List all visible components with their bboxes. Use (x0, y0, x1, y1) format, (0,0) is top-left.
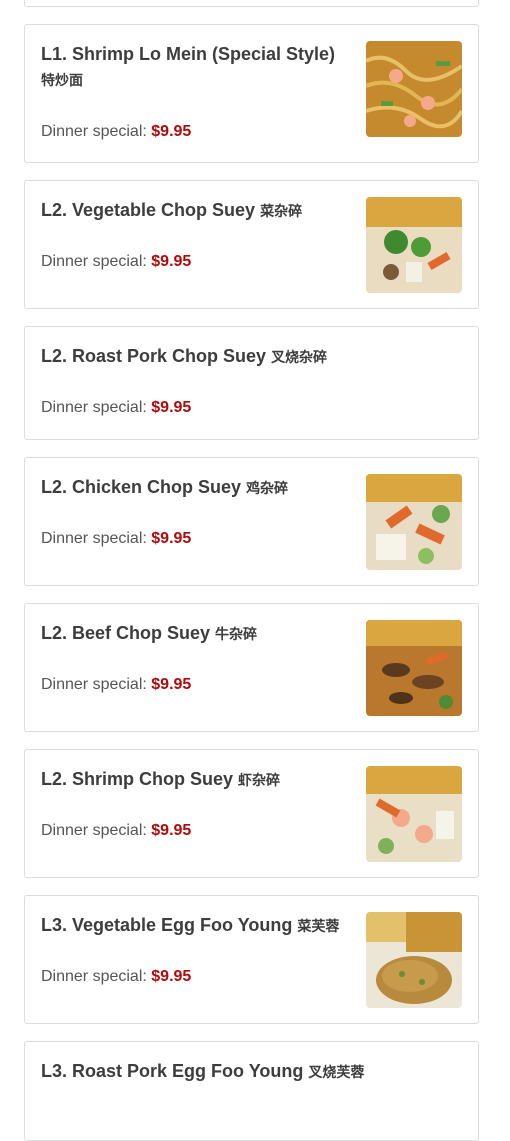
menu-item-chinese-name: 叉烧芙蓉 (308, 1064, 365, 1080)
menu-item-chinese-name: 菜杂碎 (260, 203, 303, 219)
price-value: $9.95 (151, 399, 192, 416)
menu-item-price-line: Dinner special: $9.95 (41, 251, 191, 273)
menu-item-name: L3. Vegetable Egg Foo Young (41, 915, 293, 935)
menu-item-price-line: Dinner special: $9.95 (41, 121, 191, 143)
price-value: $9.95 (151, 822, 192, 839)
menu-item-name: L2. Vegetable Chop Suey (41, 200, 256, 220)
menu-item-name: L1. Shrimp Lo Mein (Special Style) (41, 44, 336, 64)
menu-item-price-line: Dinner special: $9.95 (41, 674, 191, 696)
menu-item-title: L3. Roast Pork Egg Foo Young 叉烧芙蓉 (41, 1059, 461, 1085)
menu-item-chinese-name: 牛杂碎 (215, 626, 258, 642)
menu-item-card[interactable]: L2. Beef Chop Suey 牛杂碎 Dinner special: $… (24, 603, 479, 732)
menu-item-card[interactable]: L2. Vegetable Chop Suey 菜杂碎 Dinner speci… (24, 180, 479, 309)
menu-item-name: L2. Shrimp Chop Suey (41, 769, 234, 789)
menu-item-chinese-name: 叉烧杂碎 (271, 349, 328, 365)
food-image-beef-chop-suey (366, 620, 462, 716)
menu-item-card[interactable]: L2. Shrimp Chop Suey 虾杂碎 Dinner special:… (24, 749, 479, 878)
menu-item-card[interactable]: L3. Roast Pork Egg Foo Young 叉烧芙蓉 (24, 1041, 479, 1141)
menu-item-name: L3. Roast Pork Egg Foo Young (41, 1061, 304, 1081)
menu-item-title: L2. Shrimp Chop Suey 虾杂碎 (41, 767, 351, 793)
price-label: Dinner special: (41, 123, 147, 140)
menu-item-chinese-name: 鸡杂碎 (246, 480, 289, 496)
price-value: $9.95 (151, 123, 192, 140)
menu-item-name: L2. Roast Pork Chop Suey (41, 346, 267, 366)
menu-item-name: L2. Beef Chop Suey (41, 623, 211, 643)
price-value: $9.95 (151, 253, 192, 270)
food-image-vegetable-egg-foo-young (366, 912, 462, 1008)
menu-item-title: L3. Vegetable Egg Foo Young 菜芙蓉 (41, 913, 351, 939)
menu-item-title: L2. Beef Chop Suey 牛杂碎 (41, 621, 351, 647)
menu-item-chinese-name: 特炒面 (41, 72, 83, 88)
price-value: $9.95 (151, 530, 192, 547)
menu-item-card[interactable]: L2. Chicken Chop Suey 鸡杂碎 Dinner special… (24, 457, 479, 586)
menu-item-card[interactable]: L3. Vegetable Egg Foo Young 菜芙蓉 Dinner s… (24, 895, 479, 1024)
menu-item-card[interactable]: L1. Shrimp Lo Mein (Special Style) 特炒面 D… (24, 24, 479, 163)
price-value: $9.95 (151, 968, 192, 985)
menu-item-title: L2. Chicken Chop Suey 鸡杂碎 (41, 475, 351, 501)
food-image-shrimp-chop-suey (366, 766, 462, 862)
menu-item-title: L1. Shrimp Lo Mein (Special Style) 特炒面 (41, 42, 351, 93)
menu-item-name: L2. Chicken Chop Suey (41, 477, 242, 497)
menu-item-title: L2. Roast Pork Chop Suey 叉烧杂碎 (41, 344, 461, 370)
menu-item-title: L2. Vegetable Chop Suey 菜杂碎 (41, 198, 351, 224)
food-image-shrimp-lo-mein (366, 41, 462, 137)
menu-item-price-line: Dinner special: $9.95 (41, 966, 191, 988)
menu-item-price-line: Dinner special: $9.95 (41, 397, 191, 419)
price-label: Dinner special: (41, 399, 147, 416)
price-label: Dinner special: (41, 676, 147, 693)
menu-item-card-partial[interactable] (24, 0, 479, 7)
menu-item-chinese-name: 菜芙蓉 (297, 918, 340, 934)
menu-item-price-line: Dinner special: $9.95 (41, 528, 191, 550)
menu-item-chinese-name: 虾杂碎 (238, 772, 281, 788)
menu-item-price-line: Dinner special: $9.95 (41, 820, 191, 842)
price-value: $9.95 (151, 676, 192, 693)
price-label: Dinner special: (41, 968, 147, 985)
price-label: Dinner special: (41, 822, 147, 839)
price-label: Dinner special: (41, 253, 147, 270)
food-image-chicken-chop-suey (366, 474, 462, 570)
menu-item-card[interactable]: L2. Roast Pork Chop Suey 叉烧杂碎 Dinner spe… (24, 326, 479, 440)
food-image-vegetable-chop-suey (366, 197, 462, 293)
price-label: Dinner special: (41, 530, 147, 547)
